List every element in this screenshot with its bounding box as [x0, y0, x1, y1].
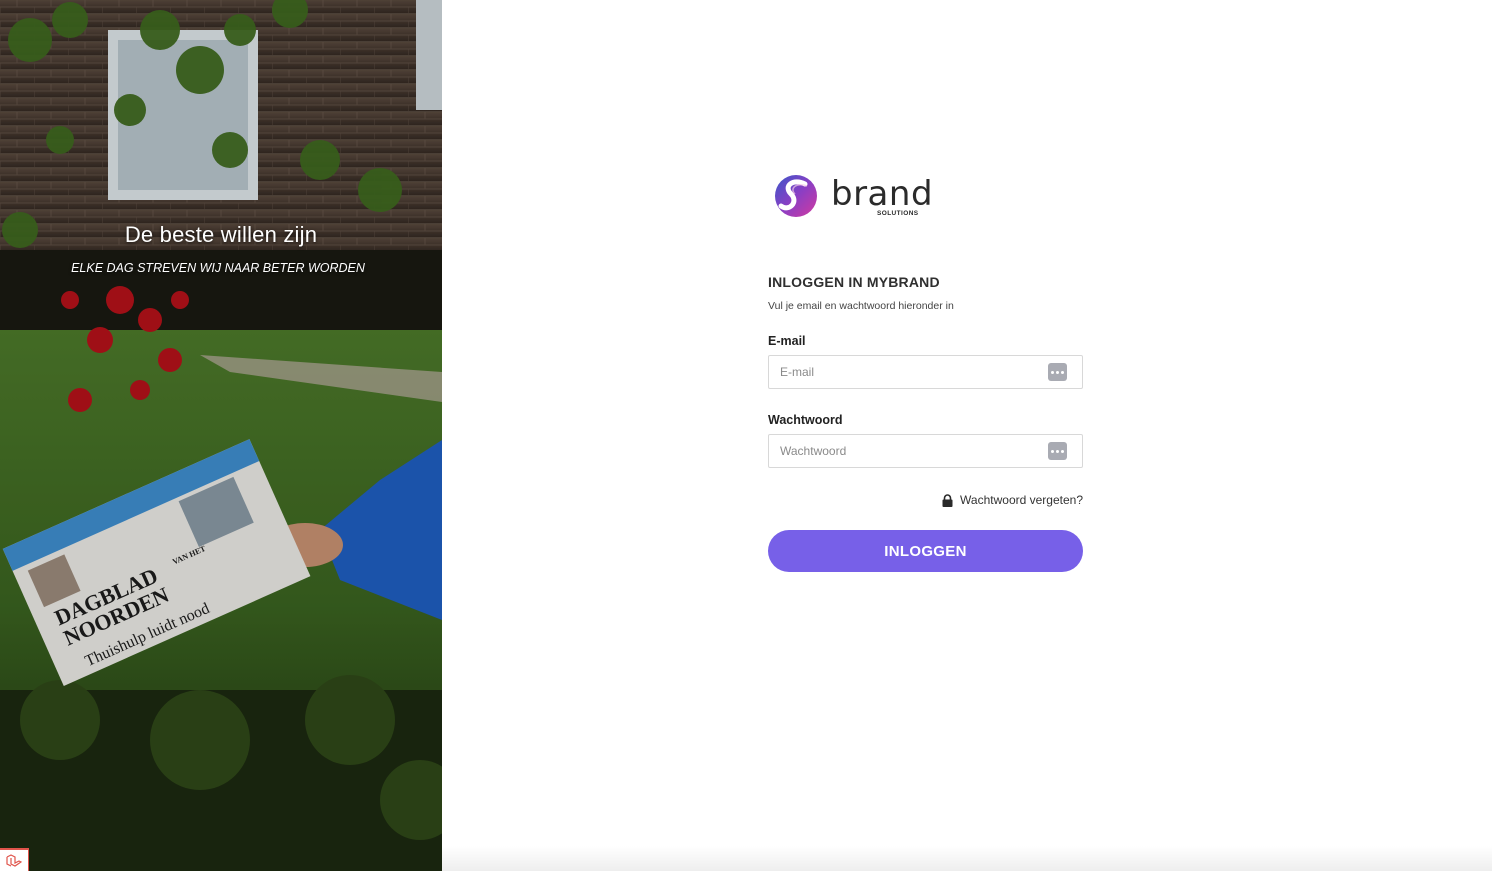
hero-photo: DAGBLAD NOORDEN VAN HET Thuishulp luidt … — [0, 0, 442, 871]
login-subtitle: Vul je email en wachtwoord hieronder in — [768, 300, 954, 312]
brand-logo-word: brand — [831, 174, 934, 214]
password-input[interactable] — [769, 435, 1040, 467]
password-label: Wachtwoord — [768, 413, 843, 427]
login-form: INLOGGEN IN MYBRAND Vul je email en wach… — [768, 274, 1083, 572]
email-input[interactable] — [769, 356, 1040, 388]
email-field-container — [768, 355, 1083, 389]
brand-logo-mark — [775, 175, 817, 217]
forgot-password-label: Wachtwoord vergeten? — [960, 493, 1083, 507]
laravel-debug-icon[interactable] — [0, 848, 29, 871]
brand-logo-tagline: SOLUTIONS — [877, 210, 919, 217]
hero-subtitle: ELKE DAG STREVEN WIJ NAAR BETER WORDEN — [71, 261, 365, 275]
password-manager-icon[interactable] — [1048, 442, 1067, 460]
hero-image-panel: DAGBLAD NOORDEN VAN HET Thuishulp luidt … — [0, 0, 442, 871]
email-label: E-mail — [768, 334, 806, 348]
password-field-container — [768, 434, 1083, 468]
bottom-edge — [442, 846, 1492, 871]
password-manager-icon[interactable] — [1048, 363, 1067, 381]
login-button[interactable]: INLOGGEN — [768, 530, 1083, 572]
login-title: INLOGGEN IN MYBRAND — [768, 274, 940, 290]
forgot-password-link[interactable]: Wachtwoord vergeten? — [768, 493, 1083, 507]
lock-icon — [942, 493, 953, 507]
hero-title: De beste willen zijn — [124, 222, 318, 247]
brand-logo: brand SOLUTIONS — [773, 172, 933, 222]
